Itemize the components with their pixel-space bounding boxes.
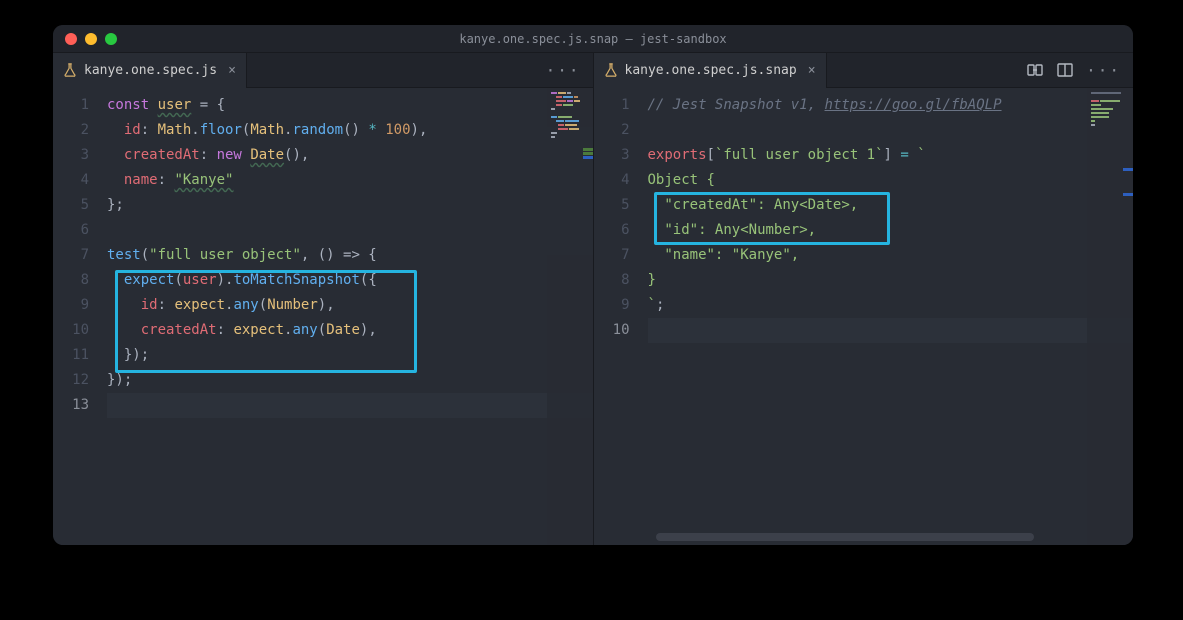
split-editor-icon[interactable] — [1056, 61, 1074, 79]
right-pane: kanye.one.spec.js.snap × ··· 1 — [594, 53, 1134, 545]
editor-window: kanye.one.spec.js.snap — jest-sandbox ka… — [53, 25, 1133, 545]
left-pane: kanye.one.spec.js × ··· 1 2 3 4 5 6 — [53, 53, 594, 545]
flask-icon — [604, 63, 618, 77]
close-tab-icon[interactable]: × — [228, 63, 236, 78]
right-tabbar: kanye.one.spec.js.snap × ··· — [594, 53, 1134, 88]
left-tab-actions: ··· — [546, 61, 593, 80]
right-code[interactable]: // Jest Snapshot v1, https://goo.gl/fbAQ… — [648, 93, 1134, 343]
more-actions-icon[interactable]: ··· — [1086, 61, 1121, 80]
tab-label: kanye.one.spec.js.snap — [625, 63, 797, 78]
close-window-button[interactable] — [65, 33, 77, 45]
right-horizontal-scrollbar[interactable] — [656, 533, 1034, 541]
window-title: kanye.one.spec.js.snap — jest-sandbox — [53, 32, 1133, 46]
left-gutter: 1 2 3 4 5 6 7 8 9 10 11 12 13 — [53, 93, 107, 418]
right-editor[interactable]: 1 2 3 4 5 6 7 8 9 10 // Jest Snapshot v1… — [594, 88, 1134, 545]
left-editor[interactable]: 1 2 3 4 5 6 7 8 9 10 11 12 13 cons — [53, 88, 593, 545]
zoom-window-button[interactable] — [105, 33, 117, 45]
right-tab-actions: ··· — [1026, 61, 1133, 80]
more-actions-icon[interactable]: ··· — [546, 61, 581, 80]
editor-panes: kanye.one.spec.js × ··· 1 2 3 4 5 6 — [53, 53, 1133, 545]
traffic-lights — [65, 33, 117, 45]
left-scroll-overview[interactable] — [583, 88, 593, 545]
right-gutter: 1 2 3 4 5 6 7 8 9 10 — [594, 93, 648, 343]
tab-kanye-snap[interactable]: kanye.one.spec.js.snap × — [594, 53, 827, 88]
minimize-window-button[interactable] — [85, 33, 97, 45]
tab-kanye-spec[interactable]: kanye.one.spec.js × — [53, 53, 247, 88]
left-code[interactable]: const user = { id: Math.floor(Math.rando… — [107, 93, 593, 418]
compare-changes-icon[interactable] — [1026, 61, 1044, 79]
left-tabbar: kanye.one.spec.js × ··· — [53, 53, 593, 88]
tab-label: kanye.one.spec.js — [84, 63, 217, 78]
flask-icon — [63, 63, 77, 77]
titlebar: kanye.one.spec.js.snap — jest-sandbox — [53, 25, 1133, 53]
close-tab-icon[interactable]: × — [808, 63, 816, 78]
right-scroll-overview[interactable] — [1123, 88, 1133, 545]
